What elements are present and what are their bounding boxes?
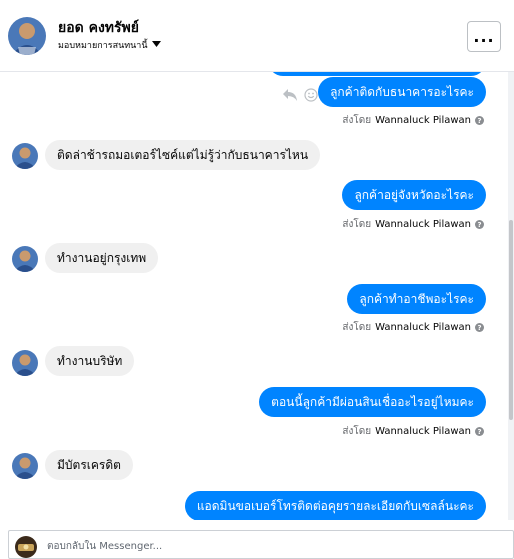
reply-composer[interactable] xyxy=(8,530,514,559)
conversation-header: ยอด คงทรัพย์ มอบหมายการสนทนานี้ ... xyxy=(0,0,514,72)
page-avatar xyxy=(15,536,37,558)
assign-conversation-label: มอบหมายการสนทนานี้ xyxy=(58,41,148,51)
sender-name: Wannaluck Pilawan xyxy=(375,322,471,333)
previous-message-bubble xyxy=(268,72,486,76)
contact-avatar xyxy=(12,143,38,169)
sent-by-info: ส่งโดย Wannaluck Pilawan ? xyxy=(342,320,484,335)
sender-name: Wannaluck Pilawan xyxy=(375,219,471,230)
incoming-message[interactable]: ทำงานอยู่กรุงเทพ xyxy=(45,243,159,273)
sender-name: Wannaluck Pilawan xyxy=(375,426,471,437)
assign-conversation-dropdown[interactable]: มอบหมายการสนทนานี้ xyxy=(58,38,161,52)
contact-name[interactable]: ยอด คงทรัพย์ xyxy=(58,17,139,39)
sent-by-label: ส่งโดย xyxy=(342,322,372,333)
help-circle-icon[interactable]: ? xyxy=(475,427,484,436)
contact-avatar xyxy=(12,453,38,479)
sent-by-label: ส่งโดย xyxy=(342,426,372,437)
message-thread[interactable]: ลูกค้าติดกับธนาคารอะไรคะ ส่งโดย Wannaluc… xyxy=(0,72,504,520)
incoming-message[interactable]: ติดล่าช้ารถมอเตอร์ไซค์แต่ไม่รู้ว่ากับธนา… xyxy=(45,140,321,170)
sent-by-label: ส่งโดย xyxy=(342,115,372,126)
contact-avatar xyxy=(12,350,38,376)
help-circle-icon[interactable]: ? xyxy=(475,323,484,332)
more-horizontal-icon: ... xyxy=(473,27,495,46)
contact-avatar[interactable] xyxy=(8,17,46,55)
contact-avatar xyxy=(12,246,38,272)
help-circle-icon[interactable]: ? xyxy=(475,220,484,229)
sent-by-info: ส่งโดย Wannaluck Pilawan ? xyxy=(342,217,484,232)
outgoing-message[interactable]: ลูกค้าทำอาชีพอะไรคะ xyxy=(347,284,486,314)
incoming-message[interactable]: ทำงานบริษัท xyxy=(45,346,135,376)
outgoing-message[interactable]: ลูกค้าอยู่จังหวัดอะไรคะ xyxy=(342,180,486,210)
sent-by-info: ส่งโดย Wannaluck Pilawan ? xyxy=(342,113,484,128)
sender-name: Wannaluck Pilawan xyxy=(375,115,471,126)
smiley-icon[interactable] xyxy=(304,87,318,106)
caret-down-icon xyxy=(151,40,161,50)
message-actions xyxy=(282,87,318,106)
reply-icon[interactable] xyxy=(282,87,298,106)
help-circle-icon[interactable]: ? xyxy=(475,116,484,125)
more-options-button[interactable]: ... xyxy=(467,21,501,52)
sent-by-info: ส่งโดย Wannaluck Pilawan ? xyxy=(342,424,484,439)
outgoing-message[interactable]: ลูกค้าติดกับธนาคารอะไรคะ xyxy=(318,77,486,107)
reply-input[interactable] xyxy=(47,537,487,555)
outgoing-message[interactable]: แอดมินขอเบอร์โทรติดต่อคุยรายละเอียดกับเซ… xyxy=(184,491,486,520)
outgoing-message[interactable]: ตอนนี้ลูกค้ามีผ่อนสินเชื่ออะไรอยู่ไหมคะ xyxy=(259,387,486,417)
sent-by-label: ส่งโดย xyxy=(342,219,372,230)
incoming-message[interactable]: มีบัตรเครดิต xyxy=(45,450,133,480)
thread-scrollbar-thumb[interactable] xyxy=(509,220,513,420)
